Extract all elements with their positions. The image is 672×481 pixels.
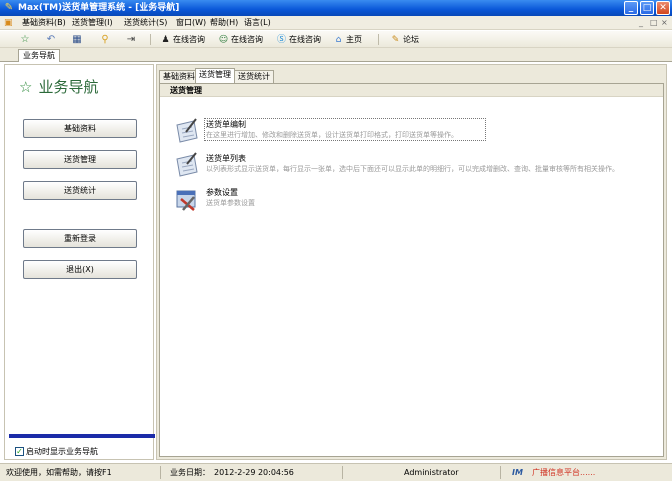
delivery-management-button[interactable]: 送货管理 [23,150,137,169]
forum-icon: ✎ [391,35,400,45]
home-label: 主页 [346,35,362,44]
toolbar-separator [378,34,379,45]
entry-name: 送货单列表 [206,154,246,163]
exit-door-icon[interactable]: ⇥ [124,33,138,46]
toolbar: ☆ ↶ ▦ ⚲ ⇥ ♟ 在线咨询 ☺ 在线咨询 Ⓢ 在线咨询 ⌂ 主页 ✎ 论坛 [0,31,672,48]
settings-tools-icon [176,190,196,211]
status-date-label: 业务日期： [170,468,210,477]
toolbar-separator [150,34,151,45]
broadcast-platform-link[interactable]: 广播信息平台...... [532,466,595,479]
exit-button[interactable]: 退出(X) [23,260,137,279]
online-consult-qq-button[interactable]: ♟ 在线咨询 [160,33,205,46]
home-button[interactable]: ⌂ 主页 [333,33,362,46]
nav-heading: ☆ 业务导航 [19,77,98,97]
status-date-value: 2012-2-29 20:04:56 [214,468,294,477]
menu-basic-data[interactable]: 基础资料(B) [22,17,66,29]
mdi-minimize-button[interactable]: _ [639,17,643,29]
menu-help[interactable]: 帮助(H) [210,17,238,29]
back-icon[interactable]: ↶ [44,33,58,46]
minimize-button[interactable]: _ [624,1,638,15]
tab-delivery-management[interactable]: 送货管理 [195,68,235,83]
online-consult-chat-label: 在线咨询 [231,35,263,44]
tab-content: 送货管理 送货单编制 在这里进行增加、修改和删除送货单，设计送货单打印格式，打印… [159,83,664,457]
document-list-icon [176,152,198,177]
mdi-restore-button[interactable]: □ [650,17,658,29]
chat-people-icon: ☺ [218,35,229,45]
close-button[interactable]: ✕ [656,1,670,15]
progress-divider [9,434,155,438]
forum-label: 论坛 [403,35,419,44]
entry-description: 在这里进行增加、修改和删除送货单，设计送货单打印格式，打印送货单等操作。 [206,131,458,139]
status-separator [160,466,161,479]
status-separator [342,466,343,479]
menu-delivery-management[interactable]: 送货管理(I) [72,17,113,29]
online-consult-chat-button[interactable]: ☺ 在线咨询 [218,33,263,46]
window-title: Max(TM)送货单管理系统 - [业务导航] [18,3,180,13]
status-bar: 欢迎使用，如需帮助，请按F1 业务日期： 2012-2-29 20:04:56 … [0,463,672,481]
tab-basic-data[interactable]: 基础资料 [159,70,199,83]
online-consult-qq-label: 在线咨询 [173,35,205,44]
edit-document-icon [176,118,198,143]
menu-language[interactable]: 语言(L) [244,17,271,29]
entry-description: 以列表形式显示送货单，每行显示一张单，选中后下面还可以显示此单的明细行，可以完成… [206,165,619,173]
entry-name: 送货单编制 [206,120,246,129]
status-separator [500,466,501,479]
business-navigation-panel: ☆ 业务导航 基础资料 送货管理 送货统计 重新登录 退出(X) ✓ 启动时显示业务… [4,64,155,460]
startup-checkbox-label: 启动时显示业务导航 [26,447,98,456]
function-panel: 基础资料 送货管理 送货统计 送货管理 送货单编制 在这里进行增加、修改和删除送… [156,64,667,460]
tab-business-navigation[interactable]: 业务导航 [18,49,60,62]
checkbox-check-icon: ✓ [15,447,24,456]
re-login-button[interactable]: 重新登录 [23,229,137,248]
calculator-icon[interactable]: ▦ [70,33,84,46]
title-bar: ✎ Max(TM)送货单管理系统 - [业务导航] _ □ ✕ [0,0,672,16]
entry-description: 送货单参数设置 [206,199,255,207]
key-icon[interactable]: ⚲ [98,33,112,46]
home-icon: ⌂ [335,35,342,45]
skype-icon: Ⓢ [276,35,286,45]
status-welcome: 欢迎使用，如需帮助，请按F1 [6,468,112,477]
im-icon[interactable]: IM [512,466,523,479]
menu-bar: ▣ 基础资料(B) 送货管理(I) 送货统计(S) 窗口(W) 帮助(H) 语言… [0,16,672,30]
app-icon: ✎ [4,2,14,13]
online-consult-skype-label: 在线咨询 [289,35,321,44]
document-tab-strip: 业务导航 [0,48,672,62]
startup-show-nav-checkbox[interactable]: ✓ 启动时显示业务导航 [15,447,98,457]
menu-window[interactable]: 窗口(W) [176,17,206,29]
forum-button[interactable]: ✎ 论坛 [390,33,419,46]
delivery-statistics-button[interactable]: 送货统计 [23,181,137,200]
status-user: Administrator [404,468,459,477]
mdi-close-button[interactable]: × [661,17,668,29]
online-consult-skype-button[interactable]: Ⓢ 在线咨询 [276,33,321,46]
maximize-button[interactable]: □ [640,1,654,15]
entry-name: 参数设置 [206,188,238,197]
basic-data-button[interactable]: 基础资料 [23,119,137,138]
star-icon: ☆ [19,78,33,96]
star-icon[interactable]: ☆ [18,33,32,46]
menu-delivery-statistics[interactable]: 送货统计(S) [124,17,167,29]
section-title: 送货管理 [160,84,663,97]
tab-delivery-statistics[interactable]: 送货统计 [234,70,274,83]
qq-penguin-icon: ♟ [161,35,170,45]
nav-heading-text: 业务导航 [38,78,99,96]
document-icon: ▣ [4,18,13,28]
